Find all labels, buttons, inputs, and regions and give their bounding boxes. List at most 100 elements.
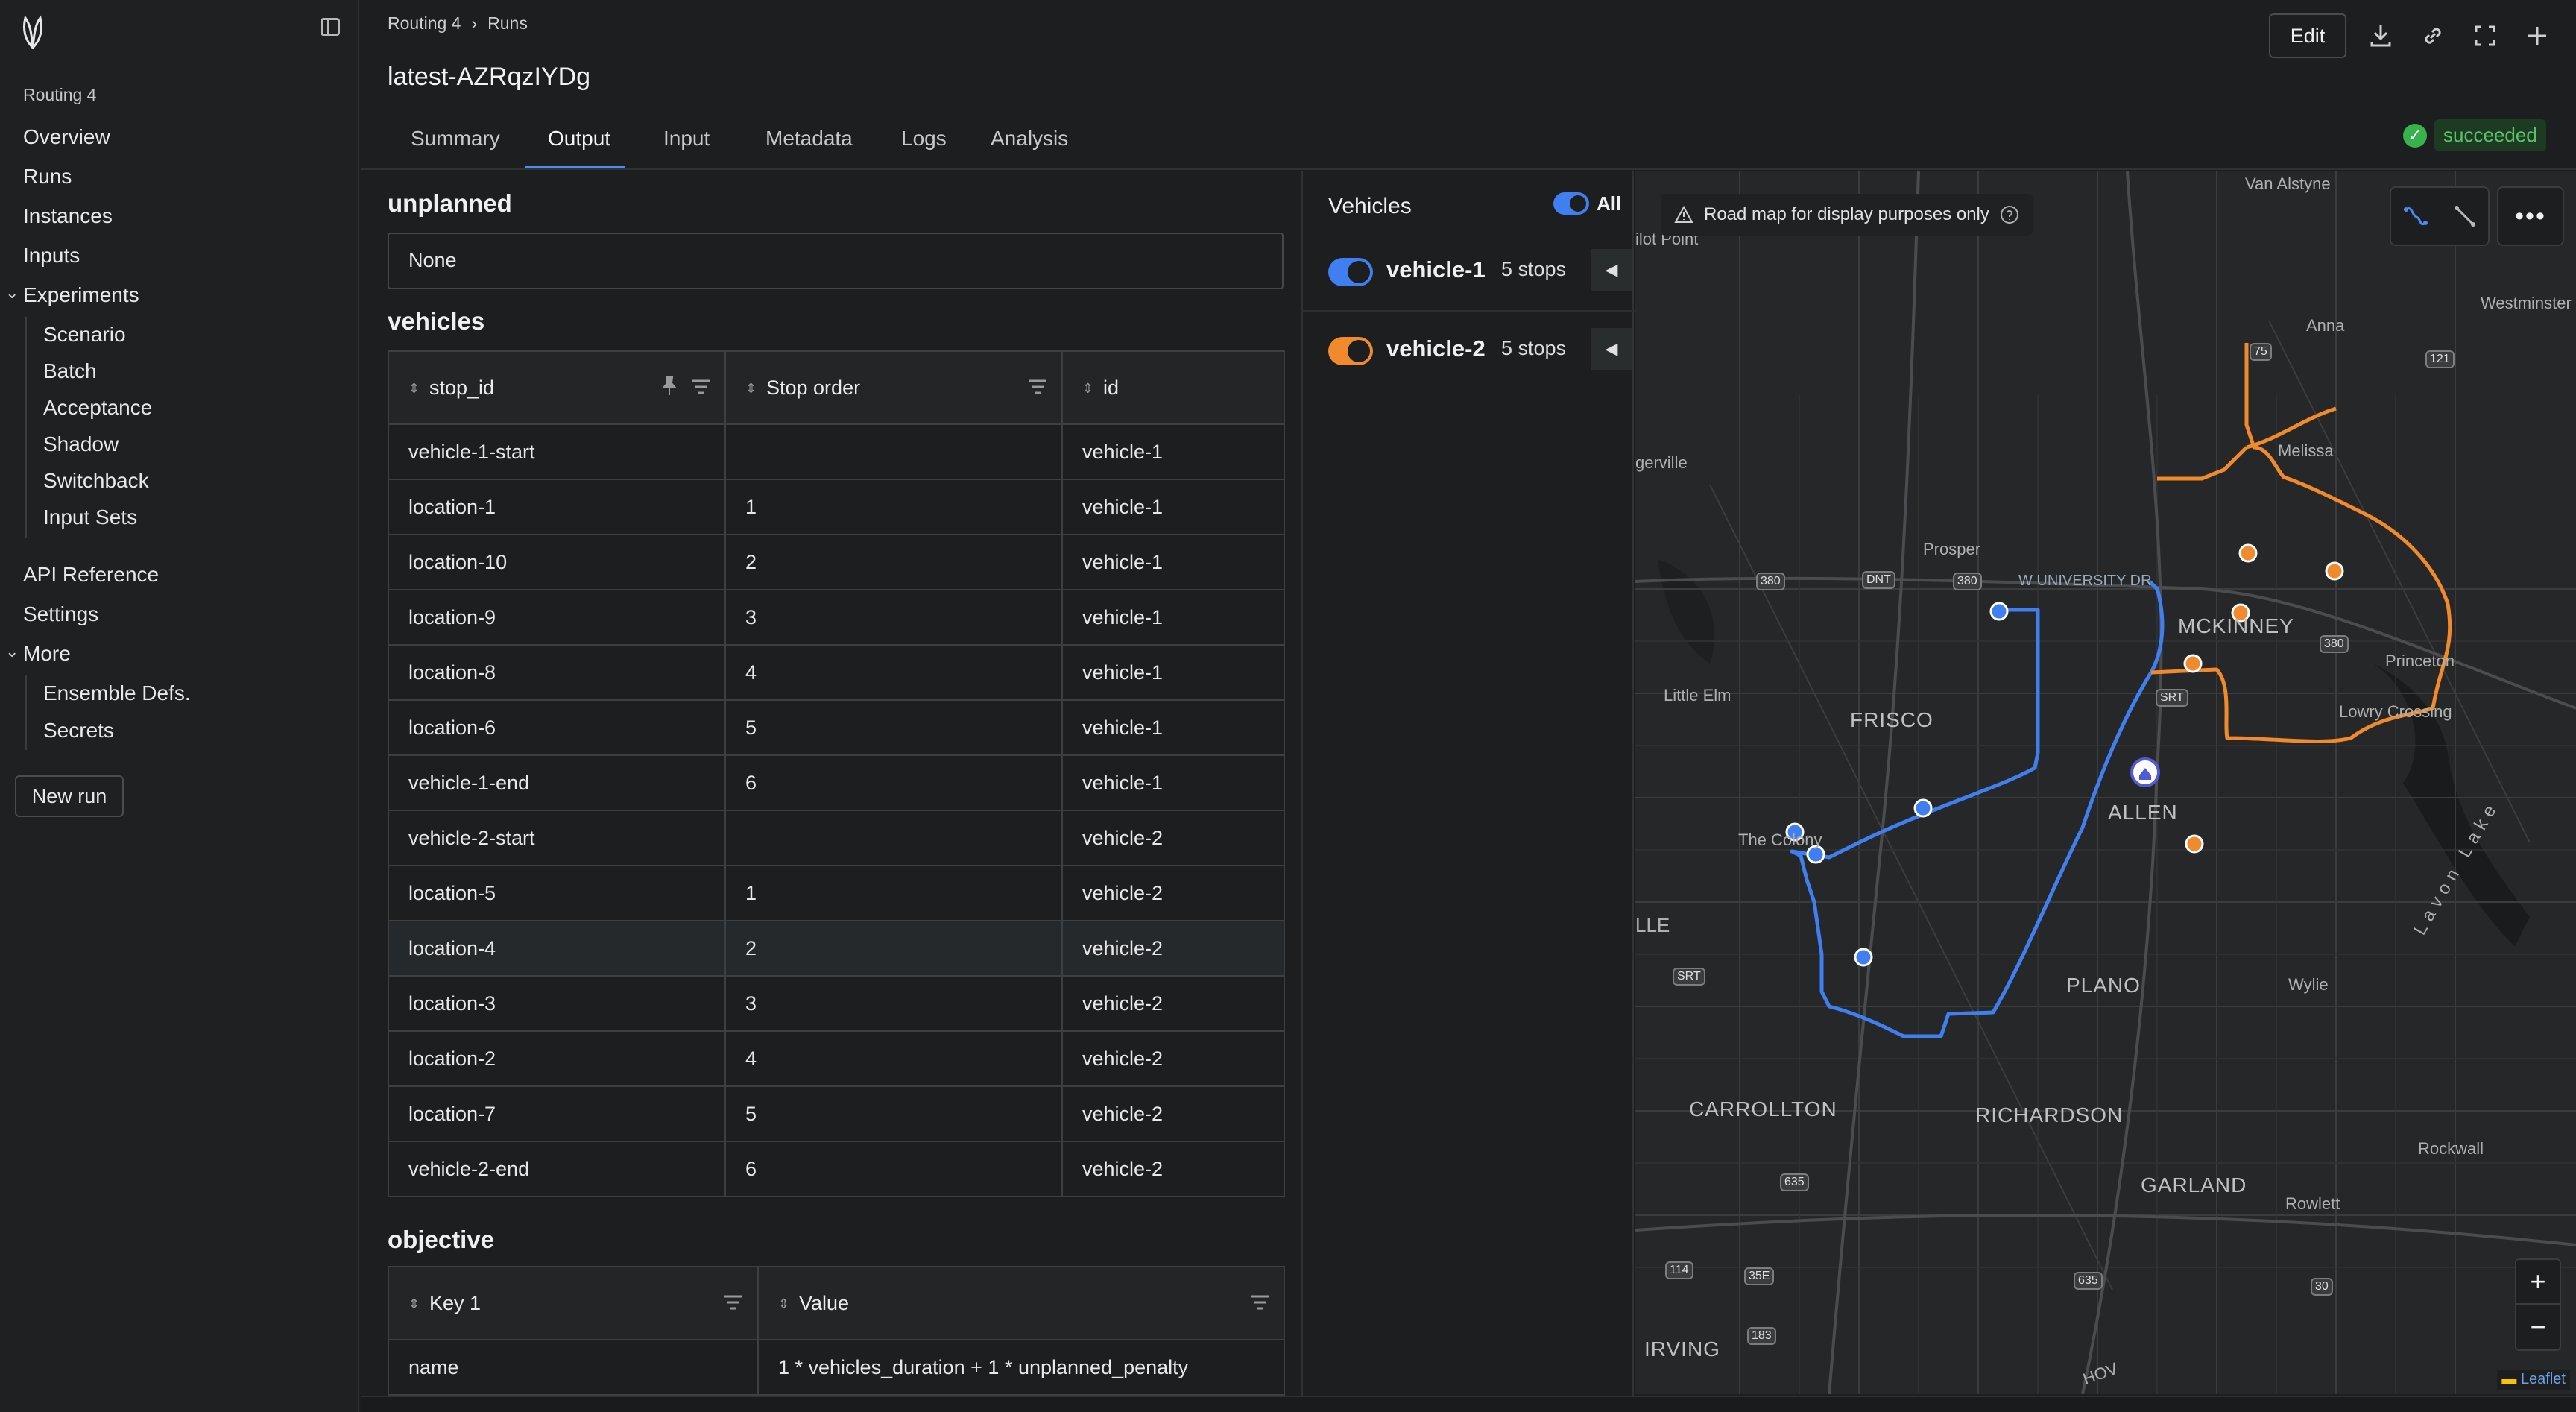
vehicle-visibility-toggle[interactable] (1328, 258, 1373, 286)
sidebar-item-switchback[interactable]: Switchback (43, 469, 149, 493)
zoom-in-button[interactable]: + (2516, 1260, 2560, 1305)
table-row[interactable]: vehicle-2-end 6 vehicle-2 (388, 1141, 1285, 1197)
highway-shield: SRT (1673, 968, 1705, 986)
sidebar-group-experiments[interactable]: ⌄ Experiments (5, 283, 139, 307)
highway-shield: 380 (1953, 573, 1982, 590)
cell-stop-id: vehicle-1-end (388, 754, 726, 811)
chevron-down-icon: ⌄ (5, 283, 19, 302)
route-display-toggle[interactable] (2390, 186, 2490, 246)
filter-icon[interactable] (1027, 377, 1048, 397)
breadcrumb-item[interactable]: Runs (487, 13, 528, 34)
caret-left-icon[interactable]: ◀ (1591, 249, 1632, 291)
table-row[interactable]: location-5 1 vehicle-2 (388, 865, 1285, 921)
tab-input[interactable]: Input (663, 127, 710, 151)
column-header-id[interactable]: ⇕ id (1061, 350, 1285, 425)
vehicles-panel-title: Vehicles (1328, 194, 1412, 218)
plus-icon[interactable] (2522, 21, 2552, 51)
filter-icon[interactable] (723, 1293, 744, 1312)
page-header: Routing 4 › Runs latest-AZRqzIYDg Edit S… (361, 0, 2576, 170)
sort-icon[interactable]: ⇕ (778, 1296, 790, 1312)
attribution-link[interactable]: Leaflet (2521, 1371, 2566, 1387)
sidebar-item-acceptance[interactable]: Acceptance (43, 396, 152, 420)
fullscreen-icon[interactable] (2470, 21, 2500, 51)
column-header-key[interactable]: ⇕ Key 1 (388, 1266, 759, 1340)
tab-summary[interactable]: Summary (411, 127, 500, 151)
table-row[interactable]: vehicle-1-end 6 vehicle-1 (388, 754, 1285, 811)
table-row[interactable]: location-10 2 vehicle-1 (388, 534, 1285, 590)
table-row[interactable]: location-7 5 vehicle-2 (388, 1085, 1285, 1142)
cell-key: name (388, 1339, 759, 1396)
sidebar-item-scenario[interactable]: Scenario (43, 323, 126, 347)
app-logo-icon[interactable] (18, 13, 48, 49)
new-run-button[interactable]: New run (15, 775, 124, 817)
sidebar-item-secrets[interactable]: Secrets (43, 719, 114, 743)
sidebar-item-shadow[interactable]: Shadow (43, 432, 119, 456)
cell-vehicle-id: vehicle-1 (1061, 644, 1285, 701)
map-label-city: MCKINNEY (2178, 614, 2294, 637)
map-label: gerville (1635, 453, 1688, 472)
sidebar-item-instances[interactable]: Instances (23, 204, 113, 228)
filter-icon[interactable] (690, 377, 711, 397)
pin-icon[interactable] (660, 376, 678, 397)
sort-icon[interactable]: ⇕ (745, 381, 757, 397)
column-header-stop-order[interactable]: ⇕ Stop order (724, 350, 1063, 425)
sidebar-item-batch[interactable]: Batch (43, 359, 97, 383)
map-label: Rockwall (2418, 1139, 2484, 1158)
sidebar-group-more[interactable]: ⌄ More (5, 642, 71, 666)
column-header-value[interactable]: ⇕ Value (757, 1266, 1285, 1340)
highway-shield: 380 (2320, 635, 2349, 653)
table-row[interactable]: vehicle-2-start vehicle-2 (388, 810, 1285, 866)
tab-metadata[interactable]: Metadata (765, 127, 853, 151)
sidebar-item-settings[interactable]: Settings (23, 602, 98, 626)
map-label: Anna (2306, 316, 2345, 335)
table-row[interactable]: location-6 5 vehicle-1 (388, 699, 1285, 756)
route-path-icon[interactable] (2402, 202, 2430, 230)
tab-logs[interactable]: Logs (901, 127, 947, 151)
table-row[interactable]: location-4 2 vehicle-2 (388, 920, 1285, 977)
route-map[interactable]: Van Alstyne Westminster Anna Melissa Pro… (1635, 171, 2576, 1394)
sidebar-collapse-icon[interactable] (321, 18, 340, 36)
breadcrumb-item[interactable]: Routing 4 (388, 13, 461, 34)
all-vehicles-toggle[interactable] (1553, 192, 1589, 215)
vehicles-panel: Vehicles All vehicle-1 5 stops ◀ vehicle… (1301, 171, 1635, 1412)
table-row[interactable]: location-1 1 vehicle-1 (388, 479, 1285, 535)
map-label-city: FRISCO (1850, 708, 1933, 731)
edit-button[interactable]: Edit (2269, 13, 2346, 58)
zoom-out-button[interactable]: − (2516, 1305, 2560, 1349)
map-attribution[interactable]: ▬ Leaflet (2497, 1370, 2570, 1390)
sidebar-item-input-sets[interactable]: Input Sets (43, 505, 137, 529)
sidebar-item-inputs[interactable]: Inputs (23, 244, 80, 268)
map-label: The Colony (1738, 831, 1822, 849)
sort-icon[interactable]: ⇕ (408, 1296, 420, 1312)
column-header-stop-id[interactable]: ⇕ stop_id (388, 350, 726, 425)
column-header-label: stop_id (429, 376, 495, 399)
table-row[interactable]: name 1 * vehicles_duration + 1 * unplanne… (388, 1339, 1285, 1396)
link-icon[interactable] (2418, 21, 2448, 51)
tab-analysis[interactable]: Analysis (991, 127, 1068, 151)
vehicle-visibility-toggle[interactable] (1328, 337, 1373, 365)
highway-shield: 635 (1780, 1173, 1809, 1191)
more-options-button[interactable]: ••• (2497, 186, 2564, 246)
table-row[interactable]: location-3 3 vehicle-2 (388, 975, 1285, 1032)
download-icon[interactable] (2366, 21, 2396, 51)
sidebar-item-ensemble-defs[interactable]: Ensemble Defs. (43, 681, 191, 705)
sort-icon[interactable]: ⇕ (408, 381, 420, 397)
vehicle-row[interactable]: vehicle-2 5 stops ◀ (1303, 313, 1635, 391)
vehicle-row[interactable]: vehicle-1 5 stops ◀ (1303, 234, 1635, 312)
tab-output[interactable]: Output (548, 127, 610, 151)
filter-icon[interactable] (1249, 1293, 1270, 1312)
horizontal-scrollbar[interactable] (361, 1396, 2576, 1412)
vehicles-heading: vehicles (388, 307, 485, 335)
table-row[interactable]: location-9 3 vehicle-1 (388, 589, 1285, 646)
sidebar-item-overview[interactable]: Overview (23, 125, 110, 149)
help-circle-icon[interactable] (2000, 205, 2019, 224)
sidebar-item-runs[interactable]: Runs (23, 165, 72, 189)
sidebar-item-api-reference[interactable]: API Reference (23, 563, 159, 587)
table-row[interactable]: location-2 4 vehicle-2 (388, 1030, 1285, 1087)
table-row[interactable]: location-8 4 vehicle-1 (388, 644, 1285, 701)
straight-line-icon[interactable] (2452, 204, 2478, 229)
sort-icon[interactable]: ⇕ (1082, 381, 1094, 397)
caret-left-icon[interactable]: ◀ (1591, 328, 1632, 370)
table-row[interactable]: vehicle-1-start vehicle-1 (388, 423, 1285, 480)
cell-vehicle-id: vehicle-2 (1061, 1085, 1285, 1142)
